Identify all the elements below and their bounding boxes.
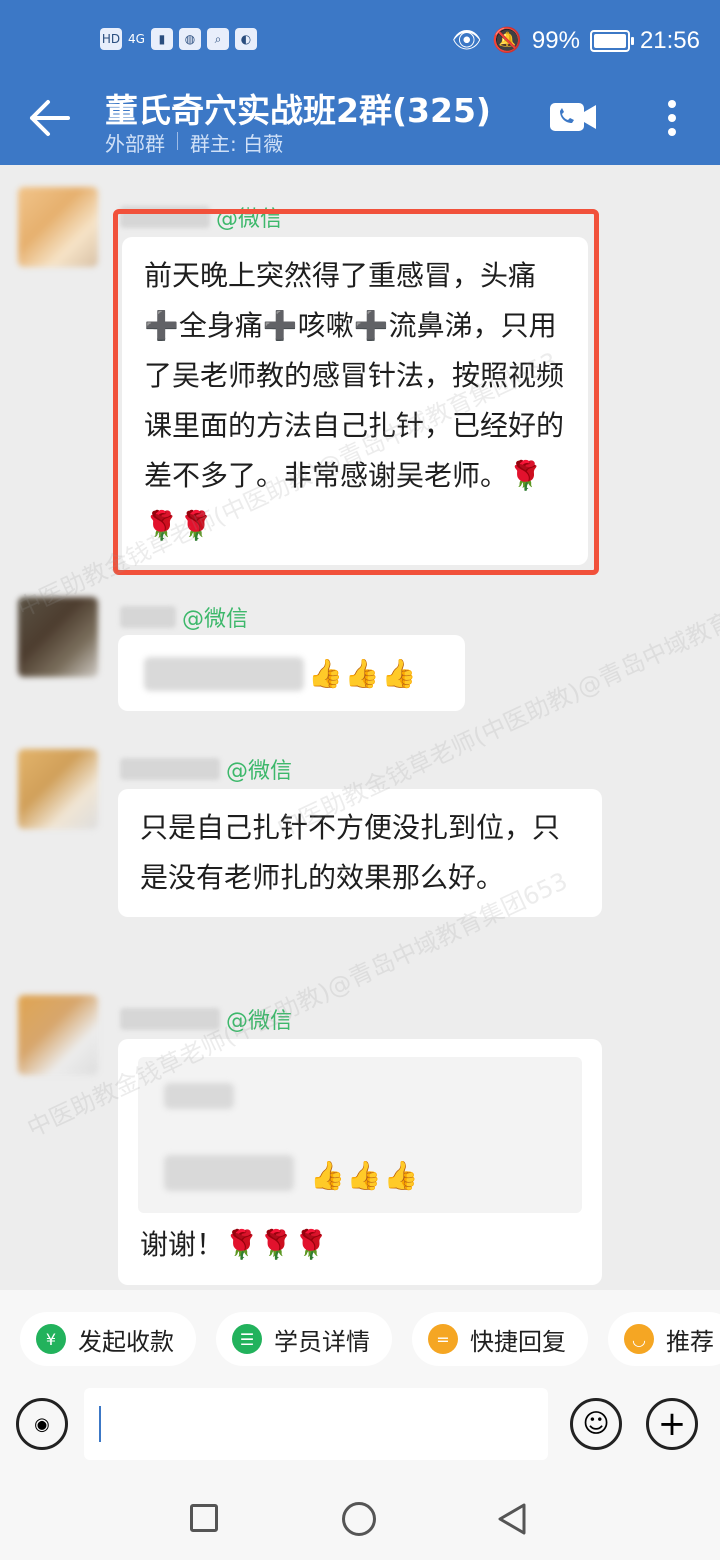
collect-payment-chip[interactable]: ¥ 发起收款: [20, 1312, 196, 1366]
yen-shield-icon: ¥: [36, 1324, 66, 1354]
system-nav-bar: [0, 1480, 720, 1560]
thumbs-up-emoji: 👍👍👍: [308, 657, 419, 690]
blurred-name: [120, 1008, 220, 1030]
divider: [177, 132, 178, 150]
avatar[interactable]: [18, 749, 98, 829]
recommend-chip[interactable]: ◡ 推荐: [608, 1312, 720, 1366]
chat-subtitle: 外部群 群主: 白薇: [105, 128, 283, 157]
recent-apps-icon[interactable]: [190, 1504, 218, 1532]
browser-icon: ◐: [234, 28, 257, 50]
avatar[interactable]: [18, 597, 98, 677]
sender-name: @微信: [120, 1003, 292, 1035]
group-owner: 群主: 白薇: [190, 132, 284, 156]
chip-label: 推荐: [666, 1327, 714, 1356]
message-bubble[interactable]: 👍👍👍: [118, 635, 465, 711]
nav-back-icon[interactable]: [496, 1502, 528, 1536]
search-app-icon: ⌕: [206, 28, 229, 50]
message-list[interactable]: @微信 前天晚上突然得了重感冒，头痛➕全身痛➕咳嗽➕流鼻涕，只用了吴老师教的感冒…: [0, 165, 720, 1290]
chip-label: 快捷回复: [470, 1327, 566, 1356]
network-label: 4G: [128, 32, 145, 46]
chip-label: 发起收款: [78, 1327, 174, 1356]
user-list-icon: ☰: [232, 1324, 262, 1354]
blurred-text: [164, 1083, 234, 1109]
battery-icon: [589, 29, 634, 52]
home-icon[interactable]: [342, 1502, 376, 1536]
avatar[interactable]: [18, 187, 98, 267]
external-group-tag: 外部群: [105, 132, 165, 156]
emoji-icon[interactable]: ☺: [570, 1398, 622, 1450]
video-call-icon[interactable]: [548, 100, 598, 134]
add-icon[interactable]: +: [646, 1398, 698, 1450]
quick-reply-chip[interactable]: = 快捷回复: [412, 1312, 588, 1366]
quick-actions-bar: ¥ 发起收款 ☰ 学员详情 = 快捷回复 ◡ 推荐: [0, 1290, 720, 1380]
thumbs-up-emoji: 👍👍👍: [310, 1159, 421, 1192]
status-bar-left: HD 4G ▮ ◍ ⌕ ◐: [100, 28, 257, 50]
sender-source: @微信: [226, 759, 293, 784]
quick-reply-icon: =: [428, 1324, 458, 1354]
more-options-icon[interactable]: [660, 98, 684, 138]
message-input[interactable]: [84, 1388, 548, 1460]
quoted-message[interactable]: 👍👍👍: [138, 1057, 582, 1213]
message-text: 谢谢！🌹🌹🌹: [140, 1228, 329, 1261]
hd-icon: HD: [100, 28, 122, 50]
student-details-chip[interactable]: ☰ 学员详情: [216, 1312, 392, 1366]
voice-input-icon[interactable]: ◉: [16, 1398, 68, 1450]
message-bubble[interactable]: 只是自己扎针不方便没扎到位，只是没有老师扎的效果那么好。: [118, 789, 602, 917]
avatar[interactable]: [18, 995, 98, 1075]
input-bar: ◉ ☺ +: [0, 1380, 720, 1480]
blurred-text: [144, 657, 304, 691]
signal-icon: ▮: [150, 28, 173, 50]
clock: 21:56: [639, 26, 700, 54]
chat-title: 董氏奇穴实战班2群(325): [105, 91, 492, 130]
battery-percent: 99%: [531, 26, 580, 54]
sender-source: @微信: [182, 607, 249, 632]
message-bubble[interactable]: 👍👍👍 谢谢！🌹🌹🌹: [118, 1039, 602, 1285]
message-bubble[interactable]: 前天晚上突然得了重感冒，头痛➕全身痛➕咳嗽➕流鼻涕，只用了吴老师教的感冒针法，按…: [122, 237, 588, 565]
app-header: HD 4G ▮ ◍ ⌕ ◐ 👁 🔕 99% 21:56 董氏奇穴实战班2群(32…: [0, 0, 720, 165]
mute-bell-icon: 🔕: [492, 27, 522, 54]
blurred-text: [164, 1155, 294, 1191]
chip-label: 学员详情: [274, 1327, 370, 1356]
recommend-icon: ◡: [624, 1324, 654, 1354]
sender-source: @微信: [226, 1009, 293, 1034]
blurred-name: [120, 606, 176, 628]
bulb-icon: ◍: [178, 28, 201, 50]
status-bar-right: 👁 🔕 99% 21:56: [452, 26, 700, 55]
blurred-name: [120, 758, 220, 780]
text-cursor: [99, 1406, 101, 1442]
sender-name: @微信: [120, 753, 292, 785]
sender-name: @微信: [120, 601, 248, 633]
eye-icon: 👁: [451, 27, 482, 54]
back-arrow-icon[interactable]: [28, 98, 72, 138]
